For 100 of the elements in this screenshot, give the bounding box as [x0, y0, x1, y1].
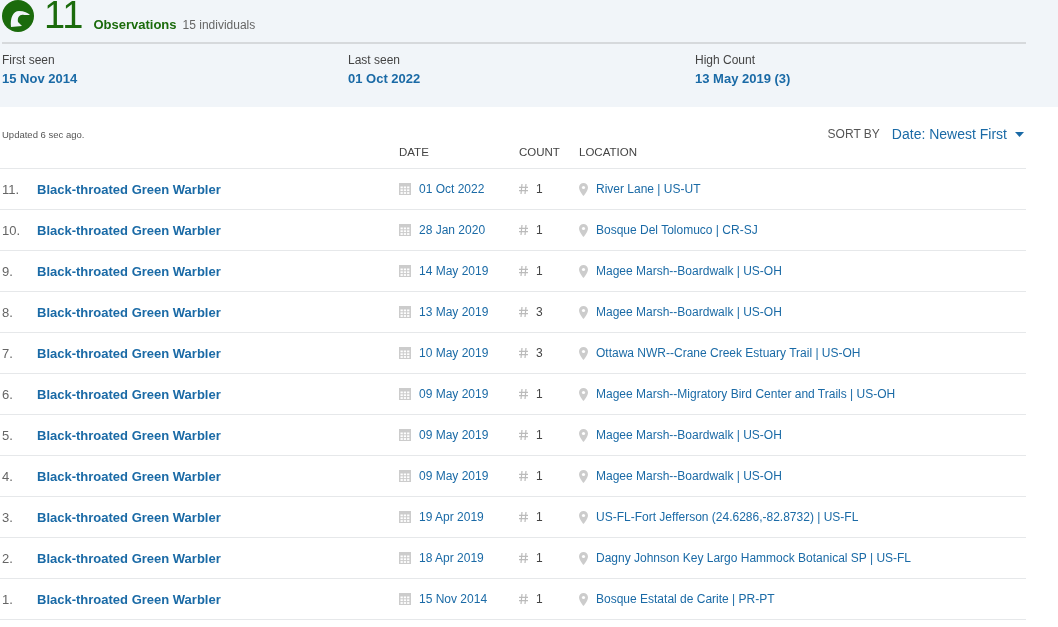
calendar-icon — [399, 306, 411, 318]
location-link[interactable]: Magee Marsh--Boardwalk | US-OH — [596, 469, 782, 483]
sort-dropdown[interactable]: Date: Newest First — [891, 126, 1024, 142]
location-link[interactable]: Bosque Del Tolomuco | CR-SJ — [596, 223, 758, 237]
observation-count-value: 3 — [536, 305, 543, 319]
hash-icon — [519, 348, 528, 358]
species-link[interactable]: Black-throated Green Warbler — [37, 222, 221, 238]
species-link[interactable]: Black-throated Green Warbler — [37, 509, 221, 525]
map-pin-icon — [579, 223, 588, 237]
location-link[interactable]: Magee Marsh--Migratory Bird Center and Trails | US-OH — [596, 387, 896, 401]
calendar-icon — [399, 470, 411, 482]
species-link[interactable]: Black-throated Green Warbler — [37, 427, 221, 443]
observation-count-value: 1 — [536, 592, 543, 606]
species-link[interactable]: Black-throated Green Warbler — [37, 181, 221, 197]
observation-count-value: 1 — [536, 510, 543, 524]
row-number: 10. — [2, 222, 22, 238]
calendar-icon — [399, 265, 411, 277]
location-link[interactable]: River Lane | US-UT — [596, 182, 701, 196]
row-number: 9. — [2, 263, 14, 279]
map-pin-icon — [579, 182, 588, 196]
observation-date: 14 May 2019 — [419, 264, 489, 278]
calendar-icon — [399, 183, 411, 195]
hash-icon — [519, 553, 528, 563]
map-pin-icon — [579, 469, 588, 483]
map-pin-icon — [579, 387, 588, 401]
observation-date: 09 May 2019 — [419, 428, 489, 442]
row-number: 6. — [2, 386, 14, 402]
column-header: DATE — [399, 146, 430, 158]
stat-value: 01 Oct 2022 — [348, 71, 422, 86]
species-link[interactable]: Black-throated Green Warbler — [37, 263, 221, 279]
map-pin-icon — [579, 510, 588, 524]
hash-icon — [519, 225, 528, 235]
hash-icon — [519, 184, 528, 194]
observation-date: 01 Oct 2022 — [419, 182, 485, 196]
observation-date: 13 May 2019 — [419, 305, 489, 319]
hash-icon — [519, 389, 528, 399]
map-pin-icon — [579, 264, 588, 278]
calendar-icon — [399, 429, 411, 441]
map-pin-icon — [579, 551, 588, 565]
column-header: LOCATION — [579, 146, 638, 158]
hash-icon — [519, 430, 528, 440]
caret-icon — [1015, 131, 1024, 137]
species-link[interactable]: Black-throated Green Warbler — [37, 386, 221, 402]
hash-icon — [519, 512, 528, 522]
observation-date: 10 May 2019 — [419, 346, 489, 360]
location-link[interactable]: Magee Marsh--Boardwalk | US-OH — [596, 305, 782, 319]
observation-date: 18 Apr 2019 — [419, 551, 484, 565]
observation-count-value: 3 — [536, 346, 543, 360]
row-number: 1. — [2, 591, 14, 607]
calendar-icon — [399, 511, 411, 523]
row-number: 3. — [2, 509, 14, 525]
calendar-icon — [399, 552, 411, 564]
hash-icon — [519, 594, 528, 604]
observation-count-value: 1 — [536, 182, 543, 196]
column-header: COUNT — [519, 146, 561, 158]
map-pin-icon — [579, 305, 588, 319]
observation-count-value: 1 — [536, 428, 543, 442]
calendar-icon — [399, 388, 411, 400]
updated-text: Updated 6 sec ago. — [2, 128, 85, 140]
row-number: 5. — [2, 427, 14, 443]
location-link[interactable]: Dagny Johnson Key Largo Hammock Botanical SP | US-FL — [596, 551, 912, 565]
observations-label: Observations — [93, 17, 177, 32]
observation-count: 11 — [44, 0, 84, 34]
observation-date: 19 Apr 2019 — [419, 510, 484, 524]
location-link[interactable]: US-FL-Fort Jefferson (24.6286,-82.8732) | US-FL — [596, 510, 859, 524]
individuals-count: 15 individuals — [182, 18, 256, 32]
map-pin-icon — [579, 592, 588, 606]
observation-date: 09 May 2019 — [419, 469, 489, 483]
observation-count-value: 1 — [536, 387, 543, 401]
observation-count-value: 1 — [536, 551, 543, 565]
species-link[interactable]: Black-throated Green Warbler — [37, 304, 221, 320]
stat-value: 13 May 2019 (3) — [695, 71, 792, 86]
location-link[interactable]: Bosque Estatal de Carite | PR-PT — [596, 592, 775, 606]
calendar-icon — [399, 593, 411, 605]
stat-label: Last seen — [348, 53, 402, 67]
observation-count-value: 1 — [536, 223, 543, 237]
stat-label: First seen — [2, 53, 56, 67]
row-number: 7. — [2, 345, 14, 361]
species-link[interactable]: Black-throated Green Warbler — [37, 468, 221, 484]
observation-count-value: 1 — [536, 264, 543, 278]
stat-label: High Count — [695, 53, 757, 67]
location-link[interactable]: Ottawa NWR--Crane Creek Estuary Trail | US-OH — [596, 346, 861, 360]
observation-count-value: 1 — [536, 469, 543, 483]
location-link[interactable]: Magee Marsh--Boardwalk | US-OH — [596, 428, 782, 442]
stat-value: 15 Nov 2014 — [2, 71, 79, 86]
row-number: 11. — [2, 181, 21, 197]
observation-date: 15 Nov 2014 — [419, 592, 488, 606]
row-number: 2. — [2, 550, 14, 566]
map-pin-icon — [579, 346, 588, 360]
species-link[interactable]: Black-throated Green Warbler — [37, 345, 221, 361]
observation-date: 28 Jan 2020 — [419, 223, 486, 237]
species-link[interactable]: Black-throated Green Warbler — [37, 550, 221, 566]
species-link[interactable]: Black-throated Green Warbler — [37, 591, 221, 607]
calendar-icon — [399, 224, 411, 236]
row-number: 8. — [2, 304, 14, 320]
location-link[interactable]: Magee Marsh--Boardwalk | US-OH — [596, 264, 782, 278]
calendar-icon — [399, 347, 411, 359]
observation-date: 09 May 2019 — [419, 387, 489, 401]
hash-icon — [519, 471, 528, 481]
hash-icon — [519, 307, 528, 317]
